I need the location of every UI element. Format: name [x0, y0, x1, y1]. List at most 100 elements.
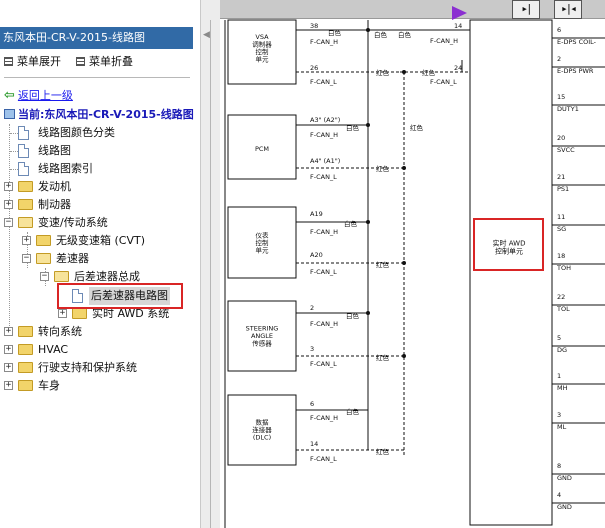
pin-name: PS1	[557, 185, 569, 193]
expand-icon[interactable]: +	[4, 363, 13, 372]
tree-item-cvt[interactable]: + 无级变速箱 (CVT)	[0, 232, 200, 250]
pin-name: MH	[557, 384, 568, 392]
wiring-diagram: VSA调制器控制单元PCM仪表控制单元STEERINGANGLE传感器数据连接器…	[224, 19, 605, 528]
tree-item-label: 变速/传动系统	[38, 216, 108, 229]
steering-sensor-label: 传感器	[252, 339, 272, 348]
signal-label: F-CAN_L	[310, 360, 337, 368]
pin-name: DG	[557, 346, 567, 354]
diagram-viewer[interactable]: ▸| ▸|◂ VSA 调制器 控制 单元 PCM 仪表 控制 单元 STEERING ANGLE 传…	[220, 0, 605, 528]
tree-item-engine[interactable]: + 发动机	[0, 178, 200, 196]
collapse-icon[interactable]: −	[4, 218, 13, 227]
folder-icon	[18, 199, 33, 210]
wire-color-label: 白色	[344, 219, 358, 228]
current-location: 当前:东风本田-CR-V-2015-线路图	[4, 108, 194, 122]
pin-number: 22	[557, 293, 565, 301]
folder-icon	[18, 181, 33, 192]
document-icon	[18, 162, 29, 176]
awd-unit-label: 控制单元	[495, 246, 523, 255]
signal-label: F-CAN_L	[310, 173, 337, 181]
tree-item-brakes[interactable]: + 制动器	[0, 196, 200, 214]
pin-name: TOH	[556, 264, 571, 272]
folder-open-icon	[36, 253, 51, 264]
signal-label: F-CAN_L	[310, 455, 337, 463]
tree-item-diagram-index[interactable]: 线路图索引	[0, 160, 200, 178]
document-icon	[18, 126, 29, 140]
expand-icon[interactable]: +	[4, 200, 13, 209]
wire-color-label: 红色	[422, 68, 436, 77]
pin-name: E-DPS PWR	[557, 67, 594, 75]
folder-icon	[18, 344, 33, 355]
signal-label: F-CAN_H	[310, 228, 338, 236]
menu-icon	[4, 57, 13, 66]
pin-number: 3	[557, 411, 561, 419]
back-link-label: 返回上一级	[17, 89, 73, 102]
wire-color-label: 红色	[376, 68, 390, 77]
tree-item-hvac[interactable]: + HVAC	[0, 341, 200, 359]
collapse-arrow-icon[interactable]: ◀	[203, 30, 210, 40]
back-link[interactable]: ⇦ 返回上一级	[4, 89, 73, 103]
tree-item-transmission[interactable]: − 变速/传动系统	[0, 214, 200, 232]
folder-icon	[18, 362, 33, 373]
pin-number: 8	[557, 462, 561, 470]
tree-item-label: 无级变速箱 (CVT)	[56, 234, 146, 247]
tree-item-wiring-diagram[interactable]: 线路图	[0, 142, 200, 160]
folder-icon	[18, 380, 33, 391]
divider	[4, 77, 190, 78]
expand-icon[interactable]: +	[58, 309, 67, 318]
current-location-label: 当前:东风本田-CR-V-2015-线路图	[18, 108, 194, 121]
menu-expand-label: 菜单展开	[17, 55, 61, 68]
pin-name: ML	[557, 423, 567, 431]
wire-color-label: 白色	[398, 30, 412, 39]
dlc-module-label: (DLC)	[253, 434, 271, 442]
signal-label: F-CAN_H	[310, 414, 338, 422]
wire-color-label: 红色	[410, 123, 424, 132]
wire-color-label: 白色	[346, 123, 360, 132]
wire-color-label: 红色	[376, 260, 390, 269]
expand-icon[interactable]: +	[4, 327, 13, 336]
tree-item-steering[interactable]: + 转向系统	[0, 323, 200, 341]
meter-module-label: 单元	[256, 246, 270, 255]
pin-number: A19	[310, 210, 323, 218]
tree-item-differential[interactable]: − 差速器	[0, 250, 200, 268]
pin-number: 18	[557, 252, 565, 260]
pin-name: GND	[557, 474, 572, 482]
menu-collapse-button[interactable]: 菜单折叠	[76, 55, 133, 69]
folder-icon	[36, 235, 51, 246]
tree-item-body[interactable]: + 车身	[0, 377, 200, 395]
signal-label: F-CAN_H	[430, 37, 458, 45]
tree-item-label: 行驶支持和保护系统	[38, 361, 137, 374]
folder-open-icon	[54, 271, 69, 282]
pin-name: SVCC	[557, 146, 575, 154]
signal-label: F-CAN_H	[310, 38, 338, 46]
tree-item-color-categories[interactable]: 线路图颜色分类	[0, 124, 200, 142]
collapse-icon[interactable]: −	[40, 272, 49, 281]
pin-number: 6	[310, 400, 314, 408]
expand-icon[interactable]: +	[4, 345, 13, 354]
tree-item-label: 制动器	[38, 198, 71, 211]
wire-color-label: 白色	[346, 311, 360, 320]
panel-title: 东风本田-CR-V-2015-线路图	[0, 27, 193, 49]
expand-icon[interactable]: +	[4, 381, 13, 390]
collapse-icon[interactable]: −	[22, 254, 31, 263]
tree-item-label: 车身	[38, 379, 60, 392]
expand-icon[interactable]: +	[4, 182, 13, 191]
tree-item-label: HVAC	[38, 343, 69, 356]
computer-icon	[4, 109, 15, 119]
pin-number: 2	[557, 55, 561, 63]
tree-item-label: 线路图颜色分类	[38, 126, 115, 139]
pin-number: 14	[310, 440, 318, 448]
pin-name: GND	[557, 503, 572, 511]
expand-icon[interactable]: +	[22, 236, 31, 245]
signal-label: F-CAN_H	[310, 131, 338, 139]
awd-unit-label: 实时 AWD	[493, 238, 526, 247]
tree-item-label: 转向系统	[38, 325, 82, 338]
pin-number: 5	[557, 334, 561, 342]
pin-number: 24	[454, 64, 462, 72]
wire-color-label: 白色	[328, 28, 342, 37]
back-arrow-icon: ⇦	[4, 88, 15, 103]
pin-number: 20	[557, 134, 565, 142]
tree-item-driving-support[interactable]: + 行驶支持和保护系统	[0, 359, 200, 377]
pin-number: 2	[310, 304, 314, 312]
wire-color-label: 红色	[376, 164, 390, 173]
menu-expand-button[interactable]: 菜单展开	[4, 55, 61, 69]
